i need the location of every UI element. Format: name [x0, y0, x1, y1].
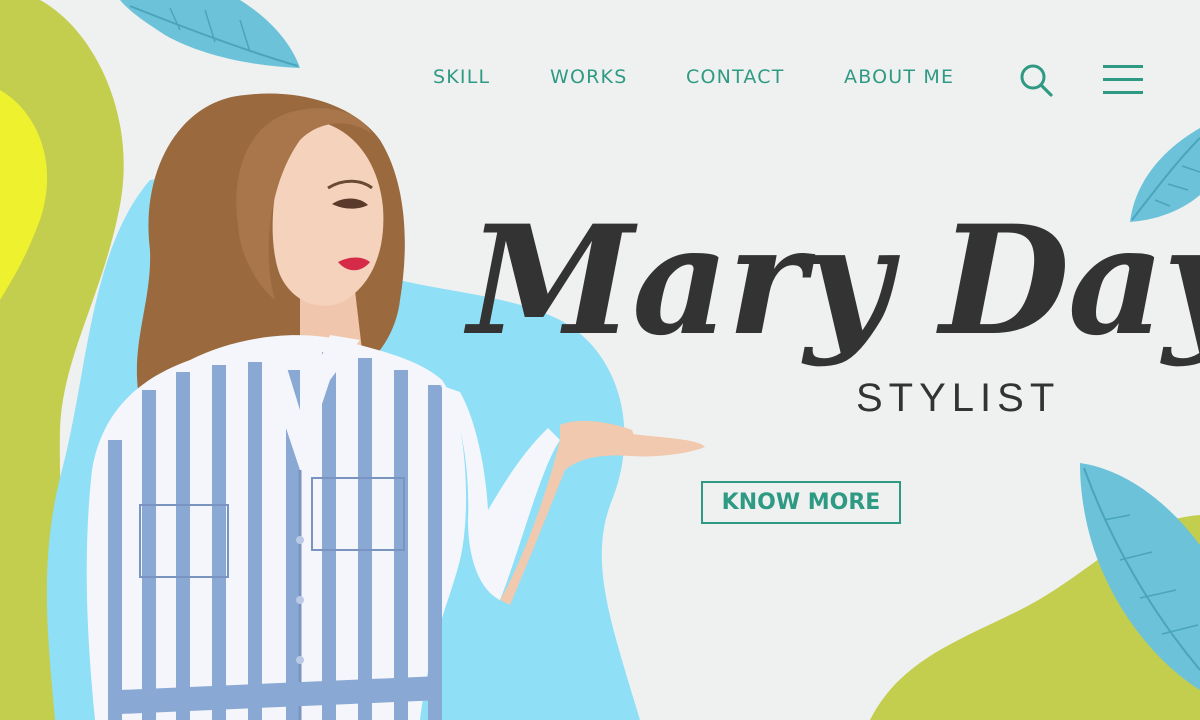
hamburger-menu-icon: [1103, 65, 1143, 94]
nav-link-works[interactable]: WORKS: [550, 66, 627, 88]
nav-link-about-me[interactable]: ABOUT ME: [844, 66, 954, 88]
search-button[interactable]: [1017, 61, 1055, 99]
search-icon: [1020, 64, 1053, 97]
landing-page: SKILL WORKS CONTACT ABOUT ME Mary Day ST…: [0, 0, 1200, 720]
nav-link-contact[interactable]: CONTACT: [686, 66, 785, 88]
nav-link-skill[interactable]: SKILL: [433, 66, 490, 88]
leaf-top-left: [120, 0, 300, 68]
menu-button[interactable]: [1101, 63, 1145, 97]
know-more-button[interactable]: KNOW MORE: [701, 481, 901, 524]
hero-subtitle: STYLIST: [856, 376, 1061, 420]
hero-title: Mary Day: [468, 193, 1200, 369]
